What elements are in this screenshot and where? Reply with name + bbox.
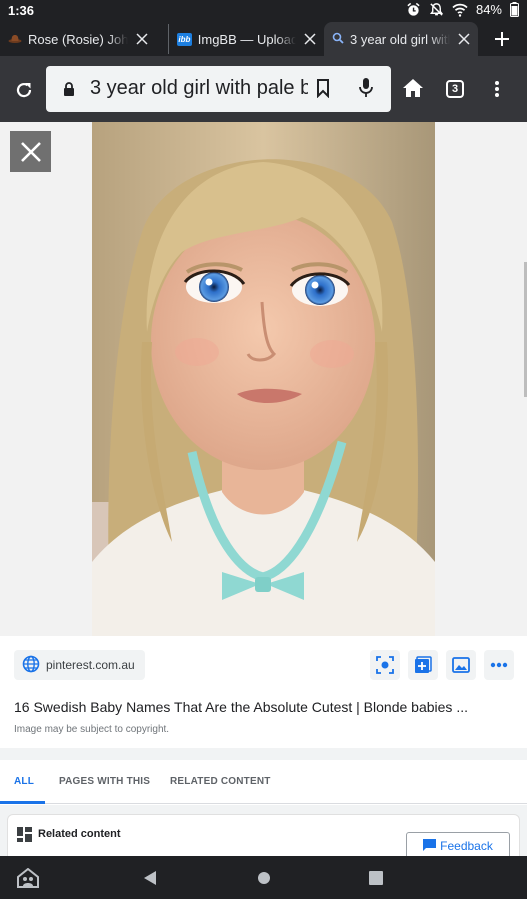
notifications-off-icon [429,2,444,17]
wifi-icon [452,3,468,17]
section-divider [0,748,527,760]
dashboard-icon [17,827,32,847]
close-tab-icon[interactable] [134,31,150,47]
alarm-icon [406,2,421,17]
close-preview-button[interactable] [10,131,51,172]
feedback-icon [423,838,437,854]
search-favicon-icon [332,32,344,47]
tab-label: ImgBB — Upload Image [197,31,297,47]
address-bar-text[interactable]: 3 year old girl with pale blue eyes [90,77,308,100]
back-icon[interactable] [143,870,157,891]
browser-tab-rose-johnson[interactable]: Rose (Rosie) Johnson [0,24,168,54]
source-domain: pinterest.com.au [46,658,135,672]
lens-search-button[interactable] [370,650,400,680]
tab-switcher-button[interactable]: 3 [446,80,464,98]
globe-icon [22,655,40,676]
active-tab-indicator [0,801,45,804]
menu-icon[interactable] [494,80,500,103]
hat-favicon-icon [8,32,22,47]
image-icon [452,657,470,673]
close-tab-icon[interactable] [302,31,318,47]
tab-strip: Rose (Rosie) Johnson ibb ImgBB — Upload … [0,22,527,56]
status-bar: 1:36 84% [0,0,527,22]
web-page: pinterest.com.au 16 Swedish Baby Names T… [0,122,527,856]
tab-label: Rose (Rosie) Johnson [28,31,128,47]
reload-icon [16,82,32,98]
more-horizontal-icon [490,662,508,668]
reload-button[interactable] [10,76,38,104]
battery-icon [510,2,519,17]
home-icon[interactable] [402,78,424,103]
browser-toolbar: 3 year old girl with pale blue eyes 3 [0,56,527,122]
imgbb-favicon-icon: ibb [177,32,192,46]
add-to-collection-button[interactable] [408,650,438,680]
view-image-button[interactable] [446,650,476,680]
plus-icon [495,32,509,46]
close-tab-icon[interactable] [456,31,472,47]
add-collection-icon [415,656,432,673]
visit-source-chip[interactable]: pinterest.com.au [14,650,145,680]
tab-all[interactable]: ALL [14,776,34,787]
bookmark-icon[interactable] [316,78,330,103]
new-tab-button[interactable] [478,22,526,56]
status-time: 1:36 [8,3,35,18]
result-tabs: ALL PAGES WITH THIS RELATED CONTENT [0,760,527,804]
result-title-link[interactable]: 16 Swedish Baby Names That Are the Absol… [14,699,514,715]
home-circle-icon[interactable] [257,871,271,890]
address-bar[interactable]: 3 year old girl with pale blue eyes [46,66,391,112]
feedback-label: Feedback [440,839,493,853]
microphone-icon[interactable] [358,77,374,104]
more-options-button[interactable] [484,650,514,680]
source-row: pinterest.com.au [0,636,527,698]
status-icons: 84% [406,2,519,17]
feedback-button[interactable]: Feedback [406,832,510,856]
recent-apps-icon[interactable] [369,871,383,890]
image-preview-area [0,122,527,636]
browser-tab-imgbb[interactable]: ibb ImgBB — Upload Image [168,24,324,54]
preview-photo[interactable] [92,122,435,636]
copyright-notice: Image may be subject to copyright. [14,724,170,735]
battery-percent: 84% [475,2,502,17]
launcher-home-icon[interactable] [17,867,39,893]
close-icon [20,141,41,162]
lens-icon [376,656,394,674]
lock-icon [63,82,75,101]
related-section: Related content Feedback [0,805,527,856]
related-content-heading: Related content [38,828,121,840]
tab-label: 3 year old girl with pale blue eyes [350,31,450,47]
related-content-card: Related content Feedback [7,814,520,856]
tab-related-content[interactable]: RELATED CONTENT [170,776,271,787]
tab-pages-with-this[interactable]: PAGES WITH THIS [59,776,150,787]
system-nav-bar [0,856,527,899]
browser-tab-active-search[interactable]: 3 year old girl with pale blue eyes [324,22,478,56]
